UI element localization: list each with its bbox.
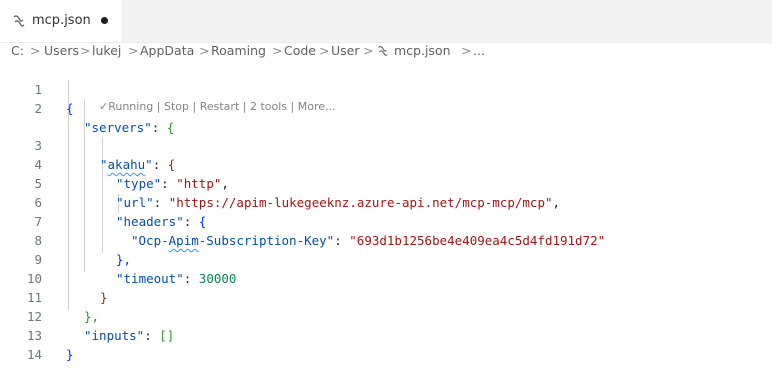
- code-line: 5 "url": "https://apim-lukegeeknz.azure-…: [0, 155, 772, 210]
- code-line: 13 }: [0, 307, 772, 362]
- chevron-right-icon: >: [80, 43, 91, 58]
- codelens-divider: |: [242, 100, 250, 113]
- breadcrumb-item-drive[interactable]: C:: [11, 42, 24, 60]
- codelens-divider: |: [156, 100, 164, 113]
- code-line: 7 "Ocp-Apim-Subscription-Key": "693d1b12…: [0, 193, 772, 248]
- chevron-right-icon: >: [319, 43, 330, 58]
- line-number: 14: [26, 347, 42, 362]
- json-braces-icon: [13, 15, 25, 27]
- code-text: {: [66, 99, 74, 118]
- code-line: 1 {: [0, 61, 772, 116]
- breadcrumb-item-users[interactable]: Users: [44, 42, 79, 60]
- chevron-right-icon: >: [128, 43, 139, 58]
- code-line: 3 "akahu": {: [0, 117, 772, 172]
- open-brace: {: [66, 101, 74, 116]
- codelens-stop[interactable]: Stop: [164, 100, 189, 113]
- codelens-more[interactable]: More...: [298, 100, 336, 113]
- breadcrumb-item-symbols[interactable]: ...: [473, 42, 485, 60]
- code-line: 2 "servers": {: [0, 80, 772, 135]
- breadcrumb-item-lukej[interactable]: lukej: [92, 42, 121, 60]
- code-editor[interactable]: 1 { 2 "servers": { ✓Running | Stop | Res…: [0, 61, 772, 362]
- code-line: 10 }: [0, 250, 772, 305]
- unsaved-dot-icon[interactable]: [101, 17, 108, 24]
- editor-tab-bar: mcp.json: [0, 0, 772, 43]
- breadcrumb-item-roaming[interactable]: Roaming: [211, 42, 266, 60]
- codelens-divider: |: [192, 100, 200, 113]
- chevron-right-icon: >: [363, 43, 374, 58]
- code-text: }: [66, 345, 74, 364]
- code-line: 4 "type": "http",: [0, 136, 772, 191]
- json-braces-icon: [378, 46, 388, 56]
- mcp-server-codelens: ✓Running | Stop | Restart | 2 tools | Mo…: [99, 99, 336, 115]
- codelens-tools[interactable]: 2 tools: [250, 100, 287, 113]
- breadcrumb: C: > Users > lukej > AppData > Roaming >…: [0, 42, 772, 60]
- code-line: 8 },: [0, 212, 772, 267]
- breadcrumb-item-appdata[interactable]: AppData: [140, 42, 194, 60]
- chevron-right-icon: >: [199, 43, 210, 58]
- tab-mcp-json[interactable]: mcp.json: [0, 0, 123, 42]
- breadcrumb-item-code[interactable]: Code: [284, 42, 316, 60]
- codelens-running[interactable]: ✓Running: [99, 100, 153, 113]
- chevron-right-icon: >: [272, 43, 283, 58]
- line-number: 2: [34, 101, 42, 116]
- close-brace: }: [66, 347, 74, 362]
- breadcrumb-item-user[interactable]: User: [331, 42, 360, 60]
- breadcrumb-item-file[interactable]: mcp.json: [394, 42, 451, 60]
- code-line: 6 "headers": {: [0, 174, 772, 229]
- chevron-right-icon: >: [30, 43, 41, 58]
- code-line: 12 "inputs": []: [0, 288, 772, 343]
- codelens-divider: |: [290, 100, 298, 113]
- code-line: 14: [0, 326, 772, 362]
- code-line: 11 },: [0, 269, 772, 324]
- code-line: 9 "timeout": 30000: [0, 231, 772, 286]
- chevron-right-icon: >: [461, 43, 472, 58]
- codelens-restart[interactable]: Restart: [200, 100, 240, 113]
- tab-label: mcp.json: [32, 13, 91, 28]
